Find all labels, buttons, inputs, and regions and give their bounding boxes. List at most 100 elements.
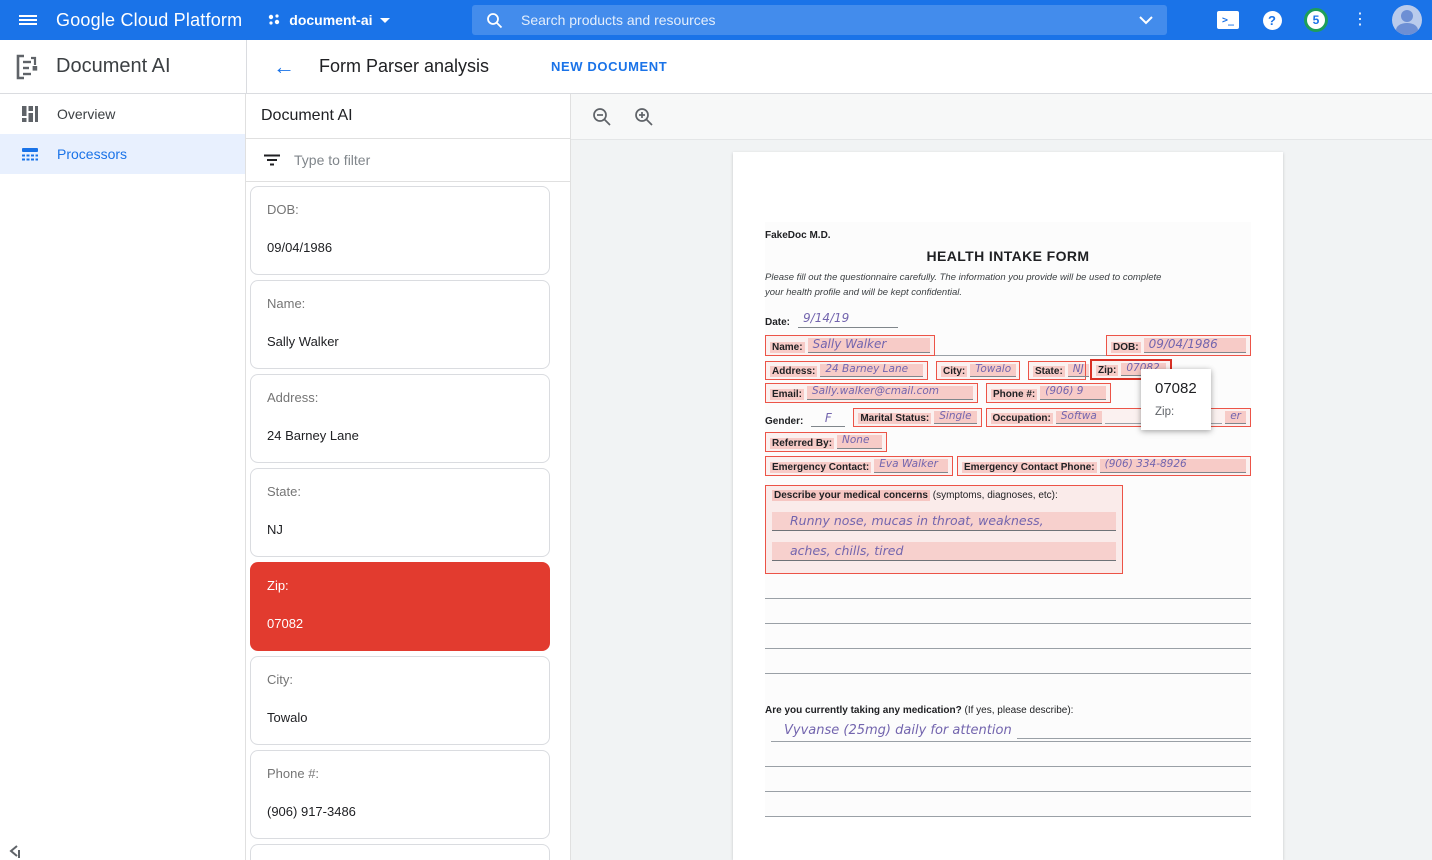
form-row-emergency: Emergency Contact: Eva Walker Emergency … [765,456,1251,476]
form-intro: Please fill out the questionnaire carefu… [765,271,1251,300]
document-viewer: FakeDoc M.D. HEALTH INTAKE FORM Please f… [571,94,1432,860]
new-document-button[interactable]: NEW DOCUMENT [551,59,667,74]
form-row-name-dob: Name: Sally Walker DOB: 09/04/1986 [765,335,1251,356]
document-page[interactable]: FakeDoc M.D. HEALTH INTAKE FORM Please f… [733,152,1283,860]
blank-line [771,741,1251,742]
product-title: Document AI [56,55,171,78]
chevron-down-icon [380,18,390,23]
handwritten-date: 9/14/19 [798,312,898,327]
handwritten-address: 24 Barney Lane [820,364,923,378]
more-options-icon[interactable]: ⋮ [1348,8,1372,32]
processors-icon [21,145,39,163]
cloud-shell-icon[interactable]: >_ [1216,8,1240,32]
bbox-emergency-phone[interactable]: Emergency Contact Phone: (906) 334-8926 [957,456,1251,476]
handwritten-state: NJ [1068,364,1089,378]
handwritten-emergency-phone: (906) 334-8926 [1100,459,1246,473]
scanned-form: FakeDoc M.D. HEALTH INTAKE FORM Please f… [765,222,1251,817]
brand-logo[interactable]: Google Cloud Platform [56,10,242,31]
handwritten-city: Towalo [970,364,1016,378]
medication-label: Are you currently taking any medication?… [765,705,1251,716]
toolbar: ← Form Parser analysis NEW DOCUMENT [247,40,1432,93]
handwritten-occupation: Softwa [1056,411,1102,425]
form-row-date: Date: 9/14/19 [765,312,1251,327]
field-card-list: DOB: 09/04/1986 Name: Sally Walker Addre… [246,182,570,860]
avatar[interactable] [1392,5,1422,35]
handwritten-gender: F [811,412,845,427]
zoom-out-icon[interactable] [589,104,615,130]
blank-line [765,791,1251,792]
viewer-toolbar [571,94,1432,140]
project-icon [266,12,282,28]
bbox-occupation[interactable]: Occupation: Softwa er [986,408,1251,428]
handwritten-concerns-line1: Runny nose, mucas in throat, weakness, [772,512,1116,531]
field-card-phone[interactable]: Phone #: (906) 917-3486 [250,750,550,839]
bbox-referred-by[interactable]: Referred By: None [765,432,887,452]
bbox-phone[interactable]: Phone #: (906) 9 [986,383,1111,403]
sidebar-item-label: Overview [57,106,115,122]
clinic-name: FakeDoc M.D. [765,222,1251,241]
field-card-partial[interactable] [250,844,550,860]
tooltip-value: 07082 [1155,380,1197,397]
app-bar: Google Cloud Platform document-ai Search… [0,0,1432,40]
blank-line [765,816,1251,817]
page-title: Form Parser analysis [319,56,489,77]
search-placeholder: Search products and resources [521,12,1139,28]
sidebar-item-overview[interactable]: Overview [0,94,245,134]
handwritten-marital-status: Single [934,411,976,425]
zoom-in-icon[interactable] [631,104,657,130]
notifications-badge[interactable]: 5 [1304,8,1328,32]
viewer-canvas[interactable]: FakeDoc M.D. HEALTH INTAKE FORM Please f… [571,140,1432,860]
bbox-name[interactable]: Name: Sally Walker [765,335,935,356]
handwritten-phone: (906) 9 [1040,386,1106,400]
field-card-address[interactable]: Address: 24 Barney Lane [250,374,550,463]
filter-icon [264,154,280,166]
field-card-state[interactable]: State: NJ [250,468,550,557]
blank-line [765,766,1251,767]
bbox-email[interactable]: Email: Sally.walker@cmail.com [765,383,978,403]
handwritten-referred-by: None [837,435,882,449]
bbox-address[interactable]: Address: 24 Barney Lane [765,361,928,381]
sidebar-item-label: Processors [57,146,127,162]
bbox-city[interactable]: City: Towalo [936,361,1020,381]
field-card-zip-selected[interactable]: Zip: 07082 [250,562,550,651]
handwritten-occupation-tail: er [1225,411,1246,425]
back-arrow-icon[interactable]: ← [273,56,295,78]
filter-input[interactable] [294,152,514,168]
field-card-name[interactable]: Name: Sally Walker [250,280,550,369]
sidebar: Overview Processors [0,94,246,860]
bbox-dob[interactable]: DOB: 09/04/1986 [1106,335,1251,356]
blank-line [765,673,1251,674]
filter-bar [246,139,570,182]
product-header: Document AI [0,40,247,93]
collapse-sidebar-icon[interactable] [8,844,24,858]
handwritten-dob: 09/04/1986 [1144,338,1246,353]
fields-panel: Document AI DOB: 09/04/1986 Name: Sally … [246,94,571,860]
global-search[interactable]: Search products and resources [472,5,1167,35]
project-selector[interactable]: document-ai [266,12,389,28]
menu-icon[interactable] [0,13,56,27]
field-card-dob[interactable]: DOB: 09/04/1986 [250,186,550,275]
blank-line [765,598,1251,599]
search-expand-chevron-icon[interactable] [1139,16,1153,25]
search-icon [486,12,503,29]
project-name: document-ai [289,12,372,28]
overview-icon [21,105,39,123]
bbox-marital-status[interactable]: Marital Status: Single [853,408,981,428]
field-card-city[interactable]: City: Towalo [250,656,550,745]
help-icon[interactable]: ? [1260,8,1284,32]
blank-line [765,648,1251,649]
bbox-medical-concerns[interactable]: Describe your medical concerns (symptoms… [765,485,1123,574]
medical-concerns-label: Describe your medical concerns (symptoms… [772,490,1116,501]
form-row-medication: Vyvanse (25mg) daily for attention [765,724,1251,739]
handwritten-medication: Vyvanse (25mg) daily for attention [779,724,1017,739]
document-ai-icon [14,53,40,81]
sidebar-item-processors[interactable]: Processors [0,134,245,174]
handwritten-email: Sally.walker@cmail.com [807,386,973,400]
blank-line [765,623,1251,624]
form-row-referred: Referred By: None [765,432,1251,452]
bbox-state[interactable]: State: NJ [1028,361,1086,381]
bbox-emergency-contact[interactable]: Emergency Contact: Eva Walker [765,456,953,476]
handwritten-emergency-contact: Eva Walker [874,459,948,473]
field-tooltip: 07082 Zip: [1141,369,1211,430]
handwritten-name: Sally Walker [808,338,930,353]
